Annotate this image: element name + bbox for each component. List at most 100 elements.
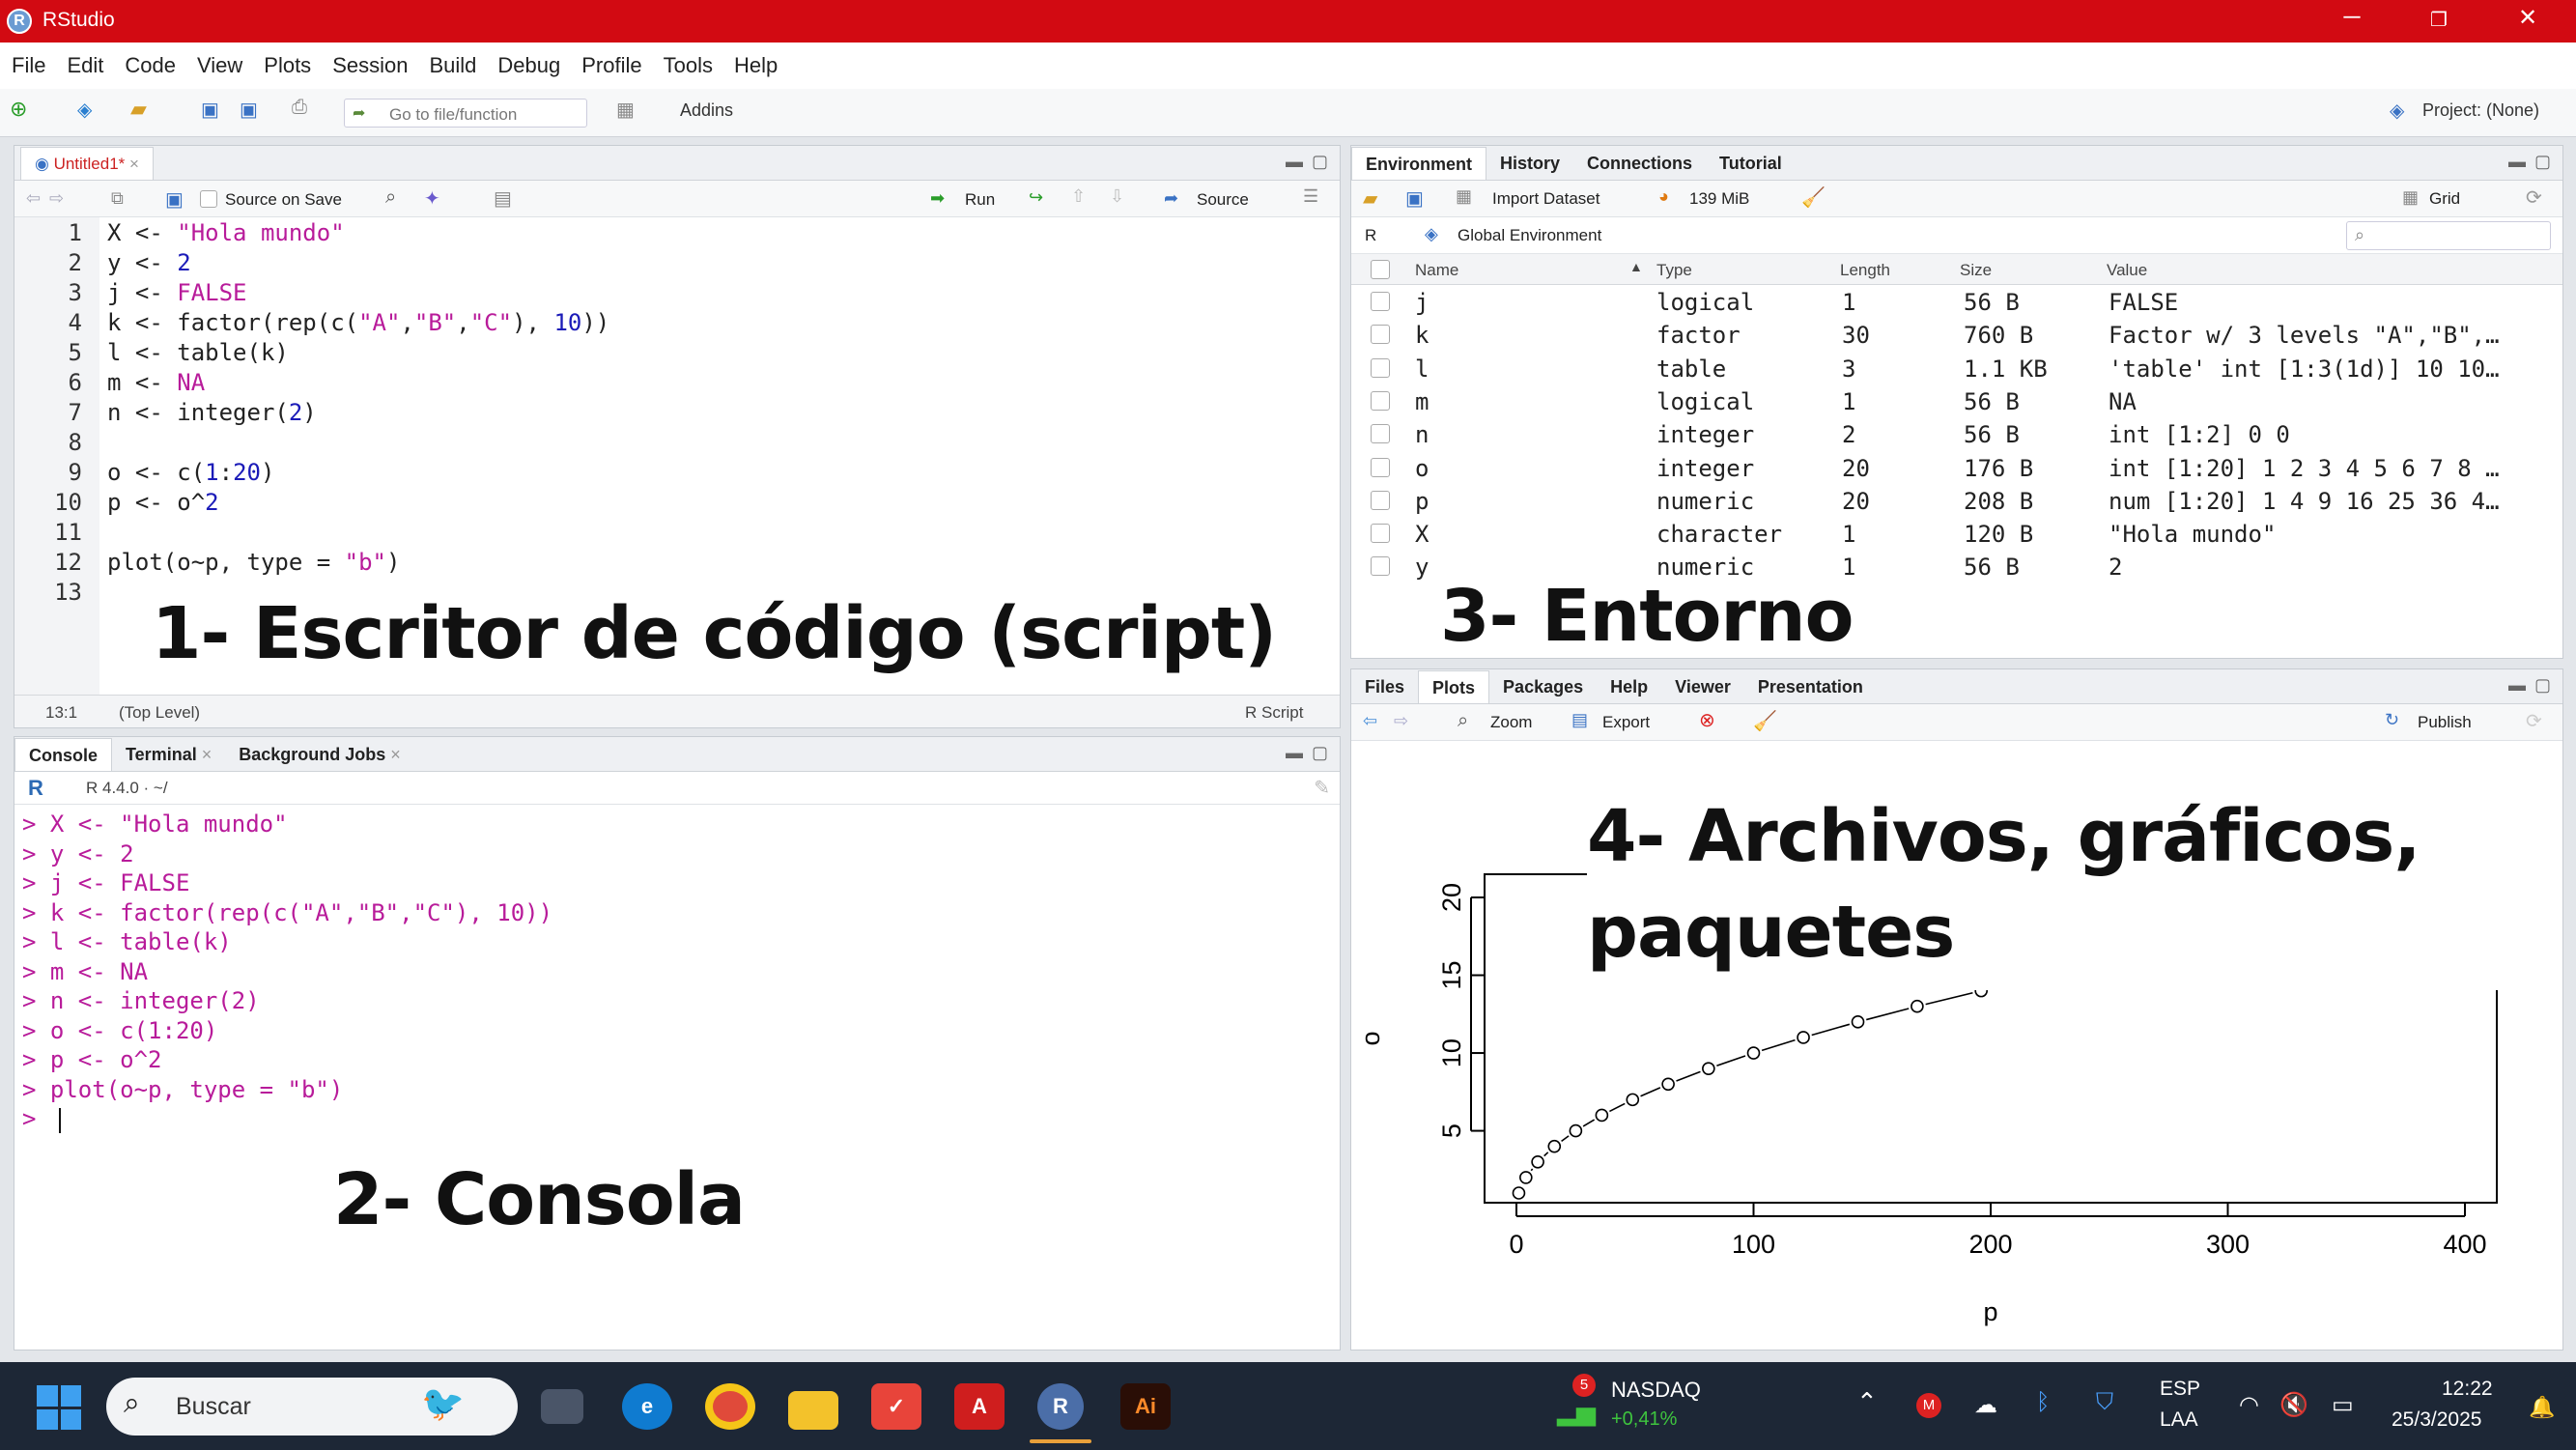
select-all-checkbox[interactable] xyxy=(1371,260,1390,279)
prev-plot-icon[interactable]: ⇦ xyxy=(1363,711,1377,731)
close-terminal-icon[interactable]: × xyxy=(202,745,212,764)
menu-profile[interactable]: Profile xyxy=(581,53,641,78)
back-arrow-icon[interactable]: ⇦ xyxy=(26,188,41,209)
col-name[interactable]: Name xyxy=(1415,261,1458,280)
row-checkbox[interactable] xyxy=(1371,390,1390,411)
menu-edit[interactable]: Edit xyxy=(67,53,103,78)
col-length[interactable]: Length xyxy=(1840,261,1890,280)
row-checkbox[interactable] xyxy=(1371,357,1390,378)
acrobat-icon[interactable]: A xyxy=(954,1383,1005,1430)
environment-row[interactable]: o integer 20 176 B int [1:20] 1 2 3 4 5 6 7 … xyxy=(1351,451,2562,484)
language-selector[interactable]: R xyxy=(1365,226,1376,245)
grid-layout-icon[interactable]: ▦ xyxy=(616,98,635,122)
environment-row[interactable]: p numeric 20 208 B num [1:20] 1 4 9 16 25 36… xyxy=(1351,484,2562,517)
down-arrow-icon[interactable]: ⇩ xyxy=(1110,186,1124,207)
rstudio-taskbar-icon[interactable]: R xyxy=(1037,1383,1084,1430)
clock-date[interactable]: 25/3/2025 xyxy=(2392,1408,2481,1432)
save-icon[interactable]: ▣ xyxy=(201,98,219,122)
environment-search-input[interactable]: ⌕ xyxy=(2346,221,2551,250)
col-value[interactable]: Value xyxy=(2107,261,2147,280)
col-type[interactable]: Type xyxy=(1656,261,1692,280)
refresh-plot-icon[interactable]: ⟳ xyxy=(2526,709,2542,733)
menu-code[interactable]: Code xyxy=(125,53,176,78)
gmail-tray-icon[interactable]: M xyxy=(1916,1393,1941,1418)
publish-button[interactable]: Publish xyxy=(2418,713,2472,732)
menu-help[interactable]: Help xyxy=(734,53,778,78)
tab-packages[interactable]: Packages xyxy=(1489,670,1597,703)
minimize-pane-icon[interactable]: ▬ xyxy=(1286,152,1303,172)
tab-files[interactable]: Files xyxy=(1351,670,1418,703)
restore-button[interactable]: ❐ xyxy=(2420,8,2458,32)
open-file-icon[interactable]: ▰ xyxy=(130,97,147,122)
project-menu[interactable]: Project: (None) xyxy=(2422,100,2539,121)
bluetooth-icon[interactable]: ᛒ xyxy=(2036,1389,2050,1416)
illustrator-icon[interactable]: Ai xyxy=(1120,1383,1171,1430)
maximize-console-icon[interactable]: ▢ xyxy=(1312,743,1328,763)
magic-wand-icon[interactable]: ✦ xyxy=(424,186,440,211)
show-hidden-icons-chevron[interactable]: ⌃ xyxy=(1856,1387,1878,1417)
menu-view[interactable]: View xyxy=(197,53,242,78)
row-checkbox[interactable] xyxy=(1371,325,1390,345)
cloud-tray-icon[interactable]: ☁ xyxy=(1974,1391,1997,1419)
clear-console-icon[interactable]: ✎ xyxy=(1314,776,1330,800)
row-checkbox[interactable] xyxy=(1371,424,1390,444)
load-workspace-icon[interactable]: ▰ xyxy=(1363,186,1377,211)
row-checkbox[interactable] xyxy=(1371,292,1390,311)
show-in-window-icon[interactable]: ⧉ xyxy=(111,188,124,209)
keyboard-layout[interactable]: LAA xyxy=(2160,1408,2198,1432)
environment-row[interactable]: m logical 1 56 B NA xyxy=(1351,384,2562,417)
menu-session[interactable]: Session xyxy=(332,53,408,78)
calendar-app-icon[interactable]: ✓ xyxy=(871,1383,921,1430)
maximize-env-icon[interactable]: ▢ xyxy=(2534,152,2551,172)
run-button[interactable]: Run xyxy=(965,190,995,210)
row-checkbox[interactable] xyxy=(1371,457,1390,477)
maximize-files-icon[interactable]: ▢ xyxy=(2534,675,2551,696)
minimize-console-icon[interactable]: ▬ xyxy=(1286,743,1303,763)
grid-view-menu[interactable]: Grid xyxy=(2429,189,2460,209)
source-button[interactable]: Source xyxy=(1197,190,1249,210)
edge-icon[interactable]: e xyxy=(622,1383,672,1430)
environment-scope-selector[interactable]: Global Environment xyxy=(1458,226,1601,245)
menu-tools[interactable]: Tools xyxy=(664,53,713,78)
scope-indicator[interactable]: (Top Level) xyxy=(119,703,200,723)
volume-muted-icon[interactable]: 🔇 xyxy=(2279,1391,2308,1419)
tab-environment[interactable]: Environment xyxy=(1351,147,1487,180)
battery-icon[interactable]: ▭ xyxy=(2332,1391,2354,1419)
search-icon[interactable]: ⌕ xyxy=(385,186,396,209)
sort-asc-icon[interactable]: ▲ xyxy=(1629,259,1643,274)
row-checkbox[interactable] xyxy=(1371,524,1390,544)
export-menu[interactable]: Export xyxy=(1602,713,1650,732)
close-tab-icon[interactable]: × xyxy=(129,155,139,173)
source-on-save-checkbox[interactable] xyxy=(200,190,217,208)
tab-history[interactable]: History xyxy=(1486,147,1573,180)
outline-icon[interactable]: ☰ xyxy=(1303,186,1318,207)
wifi-icon[interactable]: ◠ xyxy=(2239,1391,2259,1419)
menu-build[interactable]: Build xyxy=(429,53,476,78)
tab-connections[interactable]: Connections xyxy=(1573,147,1706,180)
save-file-icon[interactable]: ▣ xyxy=(165,187,184,212)
notifications-bell-icon[interactable]: 🔔 xyxy=(2529,1395,2555,1420)
clock-time[interactable]: 12:22 xyxy=(2442,1378,2493,1401)
row-checkbox[interactable] xyxy=(1371,490,1390,510)
environment-row[interactable]: l table 3 1.1 KB 'table' int [1:3(1d)] 10 10… xyxy=(1351,352,2562,384)
tab-presentation[interactable]: Presentation xyxy=(1744,670,1877,703)
addins-menu[interactable]: Addins xyxy=(680,100,733,121)
new-project-icon[interactable]: ◈ xyxy=(77,98,92,122)
zoom-button[interactable]: Zoom xyxy=(1490,713,1532,732)
close-button[interactable]: ✕ xyxy=(2508,4,2547,32)
tab-viewer[interactable]: Viewer xyxy=(1661,670,1744,703)
menu-file[interactable]: File xyxy=(12,53,45,78)
col-size[interactable]: Size xyxy=(1960,261,1992,280)
row-checkbox[interactable] xyxy=(1371,556,1390,577)
menu-plots[interactable]: Plots xyxy=(264,53,311,78)
minimize-button[interactable]: ─ xyxy=(2333,4,2371,31)
print-icon[interactable]: ⎙ xyxy=(292,97,307,119)
environment-row[interactable]: Xcharacter 1 120 B "Hola mundo" xyxy=(1351,517,2562,550)
file-explorer-icon[interactable] xyxy=(788,1391,838,1430)
new-file-icon[interactable]: ⊕ xyxy=(10,97,27,122)
import-dataset-button[interactable]: Import Dataset xyxy=(1492,189,1600,209)
tab-tutorial[interactable]: Tutorial xyxy=(1706,147,1796,180)
up-arrow-icon[interactable]: ⇧ xyxy=(1071,186,1086,207)
tab-help[interactable]: Help xyxy=(1597,670,1661,703)
maximize-pane-icon[interactable]: ▢ xyxy=(1312,152,1328,172)
